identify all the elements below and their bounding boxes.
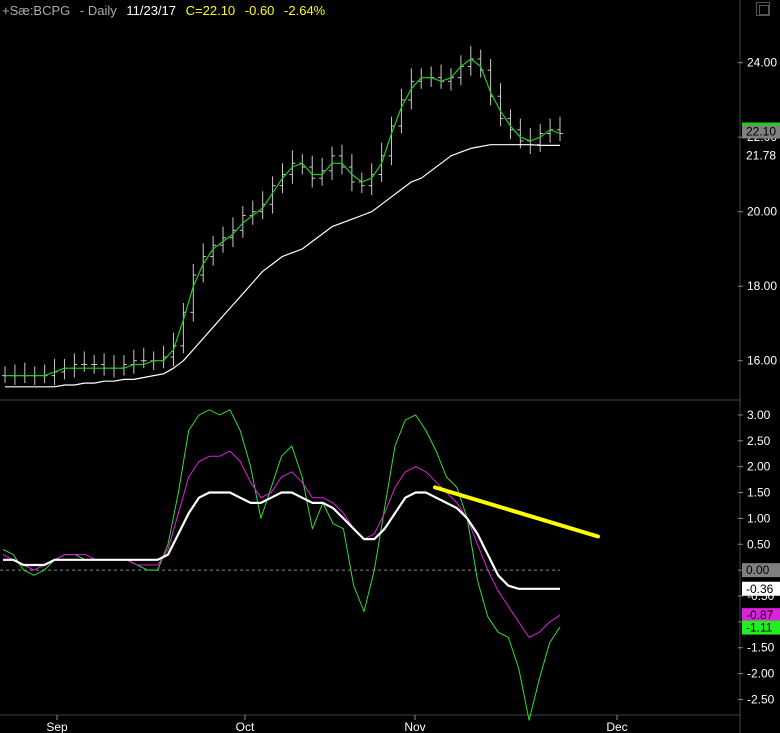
ma-value-tag: 21.78 bbox=[742, 148, 780, 163]
chart-settings-icon[interactable] bbox=[756, 2, 770, 16]
price-bar bbox=[140, 347, 147, 369]
price-bar bbox=[557, 116, 563, 141]
last-price-tag-marker bbox=[742, 122, 780, 126]
price-bar bbox=[487, 58, 494, 106]
close-label: C=22.10 bbox=[185, 3, 236, 18]
price-tick-label: 16.00 bbox=[747, 354, 777, 368]
price-bar bbox=[11, 364, 18, 385]
price-bar bbox=[81, 351, 88, 372]
price-bar bbox=[210, 235, 217, 266]
osc-tick-label: 2.00 bbox=[747, 460, 771, 474]
x-tick-label: Nov bbox=[404, 720, 425, 733]
price-bar bbox=[41, 364, 48, 384]
osc-tick-label: 0.50 bbox=[747, 537, 771, 551]
white-osc-value-tag-text: -0.36 bbox=[746, 582, 774, 596]
ma-value-tag-text: 21.78 bbox=[746, 148, 776, 162]
oscillator-green-line bbox=[2, 409, 561, 721]
price-bar bbox=[457, 55, 464, 86]
price-bar bbox=[497, 83, 504, 127]
x-tick-label: Sep bbox=[46, 720, 68, 733]
price-bar bbox=[111, 355, 118, 378]
zero-value-tag: 0.00 bbox=[742, 563, 780, 578]
price-bar bbox=[160, 345, 167, 369]
change-label: -0.60 bbox=[244, 3, 275, 18]
price-bar bbox=[338, 144, 345, 175]
osc-tick-label: 3.00 bbox=[747, 408, 771, 422]
osc-tick-label: 2.50 bbox=[747, 434, 771, 448]
price-bar bbox=[358, 172, 365, 194]
chart-frame bbox=[0, 0, 741, 733]
change-pct-label: -2.64% bbox=[284, 3, 326, 18]
price-bar bbox=[398, 88, 405, 134]
osc-tick-label: -2.50 bbox=[747, 692, 775, 706]
fast-moving-average-line bbox=[5, 58, 561, 377]
y-axes: 24.0022.0020.0018.0016.003.002.502.001.5… bbox=[738, 56, 780, 706]
price-bar bbox=[21, 362, 28, 384]
last-price-tag-text: 22.10 bbox=[746, 124, 776, 138]
price-bar bbox=[130, 349, 137, 374]
price-bar bbox=[120, 355, 127, 376]
osc-tick-label: 1.00 bbox=[747, 511, 771, 525]
price-tick-label: 24.00 bbox=[747, 56, 777, 70]
symbol-label[interactable]: +Sæ:BCPG bbox=[2, 3, 70, 18]
oscillator-magenta-line bbox=[2, 450, 561, 638]
x-tick-label: Oct bbox=[236, 720, 255, 733]
osc-tick-label: 1.50 bbox=[747, 486, 771, 500]
price-bar bbox=[91, 355, 98, 374]
price-bar bbox=[517, 118, 524, 149]
date-label: 11/23/17 bbox=[126, 3, 177, 18]
price-bar bbox=[507, 109, 514, 140]
price-tick-label: 20.00 bbox=[747, 205, 777, 219]
chart-header: +Sæ:BCPG - Daily 11/23/17 C=22.10 -0.60 … bbox=[2, 3, 331, 18]
price-bar bbox=[447, 68, 454, 91]
last-price-tag: 22.10 bbox=[742, 124, 780, 139]
x-axis: Sep Oct Nov Dec bbox=[46, 715, 628, 733]
zero-value-tag-text: 0.00 bbox=[746, 563, 770, 577]
price-panel[interactable] bbox=[2, 45, 563, 388]
price-bar bbox=[2, 366, 8, 384]
white-osc-value-tag: -0.36 bbox=[742, 581, 780, 596]
price-bar bbox=[101, 353, 108, 376]
oscillator-panel[interactable] bbox=[0, 409, 600, 721]
x-tick-label: Dec bbox=[606, 720, 627, 733]
price-bar bbox=[269, 176, 276, 214]
green-osc-value-tag-text: -1.11 bbox=[746, 621, 773, 635]
price-tick-label: 18.00 bbox=[747, 279, 777, 293]
price-bar bbox=[438, 64, 445, 89]
price-bar bbox=[180, 303, 187, 354]
price-bar bbox=[249, 200, 256, 225]
osc-tick-label: -1.50 bbox=[747, 641, 775, 655]
green-osc-value-tag: -1.11 bbox=[742, 620, 780, 635]
period-label: - Daily bbox=[79, 3, 117, 18]
price-bar bbox=[71, 353, 78, 378]
stock-chart[interactable]: 24.0022.0020.0018.0016.003.002.502.001.5… bbox=[0, 0, 780, 733]
price-bar bbox=[428, 66, 435, 87]
osc-tick-label: -2.00 bbox=[747, 667, 775, 681]
